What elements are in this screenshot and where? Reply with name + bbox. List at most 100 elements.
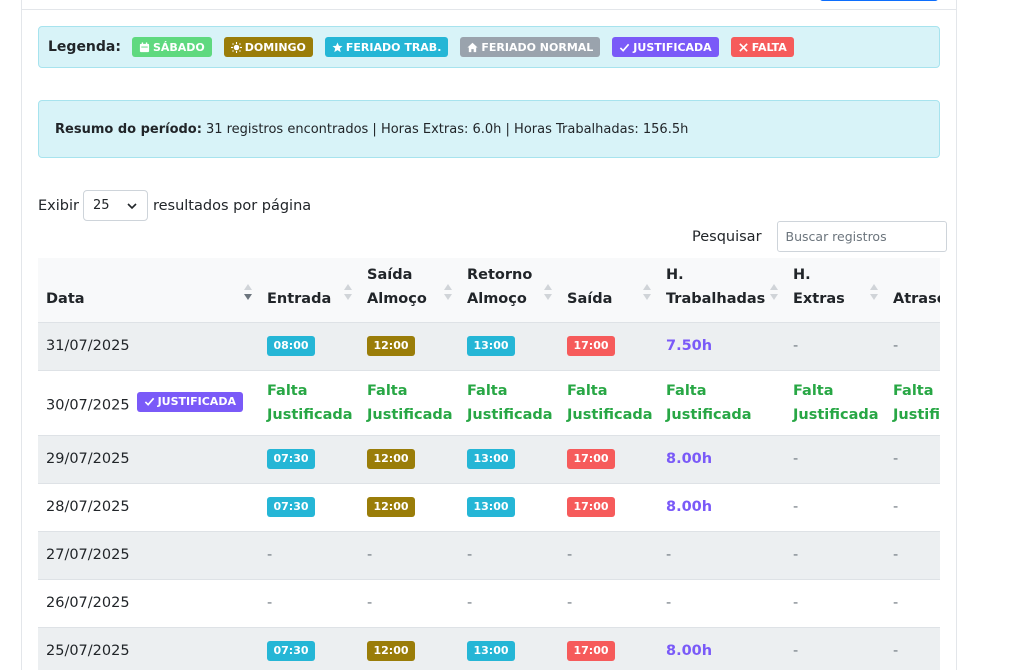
sort-icon [444, 283, 452, 300]
sort-icon [870, 283, 878, 300]
time-badge: 12:00 [367, 497, 415, 517]
falta-text: Falta [367, 382, 408, 399]
legend-badge-feriado-normal: FERIADO NORMAL [460, 37, 601, 57]
x-icon [738, 42, 748, 52]
page-length-value: 25 [92, 198, 110, 213]
cell-horas: 8.00h [658, 435, 785, 484]
falta-text: Justificada [793, 406, 879, 423]
time-badge: 17:00 [567, 449, 615, 469]
sort-icon [643, 283, 651, 300]
time-badge: 13:00 [467, 336, 515, 356]
legend-title: Legenda: [48, 39, 121, 55]
cell-retorno: 13:00 [459, 322, 559, 371]
header-label: Almoço [367, 290, 427, 307]
cell-date: 30/07/2025 JUSTIFICADA [38, 370, 259, 436]
col-header-saida[interactable]: Saída [559, 258, 658, 323]
cell-horas: Falta Justificada [658, 370, 785, 436]
cell-saida-almoco: 12:00 [359, 435, 459, 484]
table-row: 27/07/2025 - - - - - - - [38, 531, 940, 580]
cell-extras: - [785, 531, 885, 580]
header-label: H. [793, 266, 811, 283]
summary-alert: Resumo do período: 31 registros encontra… [38, 100, 940, 158]
justified-badge-label: JUSTIFICADA [157, 395, 236, 409]
legend-badge-domingo: DOMINGO [223, 37, 313, 57]
cell-horas: 8.00h [658, 627, 785, 670]
page-length-select[interactable]: 25 [82, 190, 148, 221]
cell-atraso: - [885, 579, 940, 628]
cell-retorno: 13:00 [459, 435, 559, 484]
falta-text: Justificada [467, 406, 553, 423]
cell-horas: 8.00h [658, 483, 785, 532]
home-icon [467, 42, 478, 52]
legend-badge-falta: FALTA [730, 37, 794, 57]
table-row: 26/07/2025 - - - - - - - [38, 579, 940, 628]
col-header-retorno-almoco[interactable]: Retorno Almoço [459, 258, 559, 323]
col-header-data[interactable]: Data [38, 258, 259, 323]
sort-icon [344, 283, 352, 300]
sort-icon [770, 283, 778, 300]
cell-retorno: - [459, 531, 559, 580]
cell-saida-almoco: - [359, 579, 459, 628]
falta-text: Falta [267, 382, 308, 399]
cell-date: 27/07/2025 [38, 531, 259, 580]
time-badge: 08:00 [267, 336, 315, 356]
header-label: H. [666, 266, 684, 283]
cell-saida-almoco: 12:00 [359, 627, 459, 670]
cell-horas: 7.50h [658, 322, 785, 371]
cell-atraso: Falta Justificada [885, 370, 940, 436]
cell-saida-almoco: - [359, 531, 459, 580]
table-row: 28/07/2025 07:30 12:00 13:00 17:00 8.00h… [38, 483, 940, 532]
hours-value: 8.00h [666, 643, 713, 659]
cell-saida: 17:00 [559, 483, 658, 532]
cell-atraso: - [885, 322, 940, 371]
chevron-down-icon [127, 202, 137, 209]
falta-text: Falta [567, 382, 608, 399]
time-badge: 12:00 [367, 449, 415, 469]
cell-retorno: Falta Justificada [459, 370, 559, 436]
calendar-icon [139, 41, 150, 52]
col-header-atraso[interactable]: Atraso [885, 258, 940, 323]
cell-date: 25/07/2025 [38, 627, 259, 670]
hours-value: 8.00h [666, 451, 713, 467]
check-icon [144, 398, 154, 407]
cell-extras: - [785, 435, 885, 484]
cell-saida: Falta Justificada [559, 370, 658, 436]
cell-date: 28/07/2025 [38, 483, 259, 532]
falta-text: Justificada [367, 406, 453, 423]
table-row: 29/07/2025 07:30 12:00 13:00 17:00 8.00h… [38, 435, 940, 484]
col-header-horas-trabalhadas[interactable]: H. Trabalhadas [658, 258, 785, 323]
search-input[interactable] [776, 221, 947, 252]
cell-extras: - [785, 322, 885, 371]
header-label: Retorno [467, 266, 533, 283]
header-label: Trabalhadas [666, 290, 766, 307]
time-badge: 07:30 [267, 641, 315, 661]
time-badge: 07:30 [267, 449, 315, 469]
cell-retorno: 13:00 [459, 627, 559, 670]
top-action-button[interactable] [820, 0, 938, 1]
summary-text: 31 registros encontrados | Horas Extras:… [205, 121, 689, 137]
sort-icon [544, 283, 552, 300]
legend-badge-justificada: JUSTIFICADA [612, 37, 719, 57]
cell-atraso: - [885, 435, 940, 484]
falta-text: Falta [793, 382, 834, 399]
hours-value: 8.00h [666, 499, 713, 515]
page-length-suffix: resultados por página [152, 197, 312, 214]
col-header-entrada[interactable]: Entrada [259, 258, 359, 323]
cell-atraso: - [885, 531, 940, 580]
justified-badge: JUSTIFICADA [136, 391, 243, 412]
cell-extras: - [785, 627, 885, 670]
col-header-horas-extras[interactable]: H. Extras [785, 258, 885, 323]
table-container: Data Entrada Saída Almoço Retorno Almoço… [38, 258, 940, 670]
falta-text: Falta [467, 382, 508, 399]
header-label: Saída [367, 266, 413, 283]
falta-text: Justificada [267, 406, 353, 423]
check-icon [620, 43, 630, 52]
time-badge: 13:00 [467, 641, 515, 661]
table-row: 25/07/2025 07:30 12:00 13:00 17:00 8.00h… [38, 627, 940, 670]
col-header-saida-almoco[interactable]: Saída Almoço [359, 258, 459, 323]
legend-label: DOMINGO [244, 40, 306, 54]
sort-desc-icon [244, 283, 252, 300]
cell-entrada: 07:30 [259, 435, 359, 484]
legend-label: FALTA [751, 40, 787, 54]
legend-label: FERIADO NORMAL [481, 40, 594, 54]
